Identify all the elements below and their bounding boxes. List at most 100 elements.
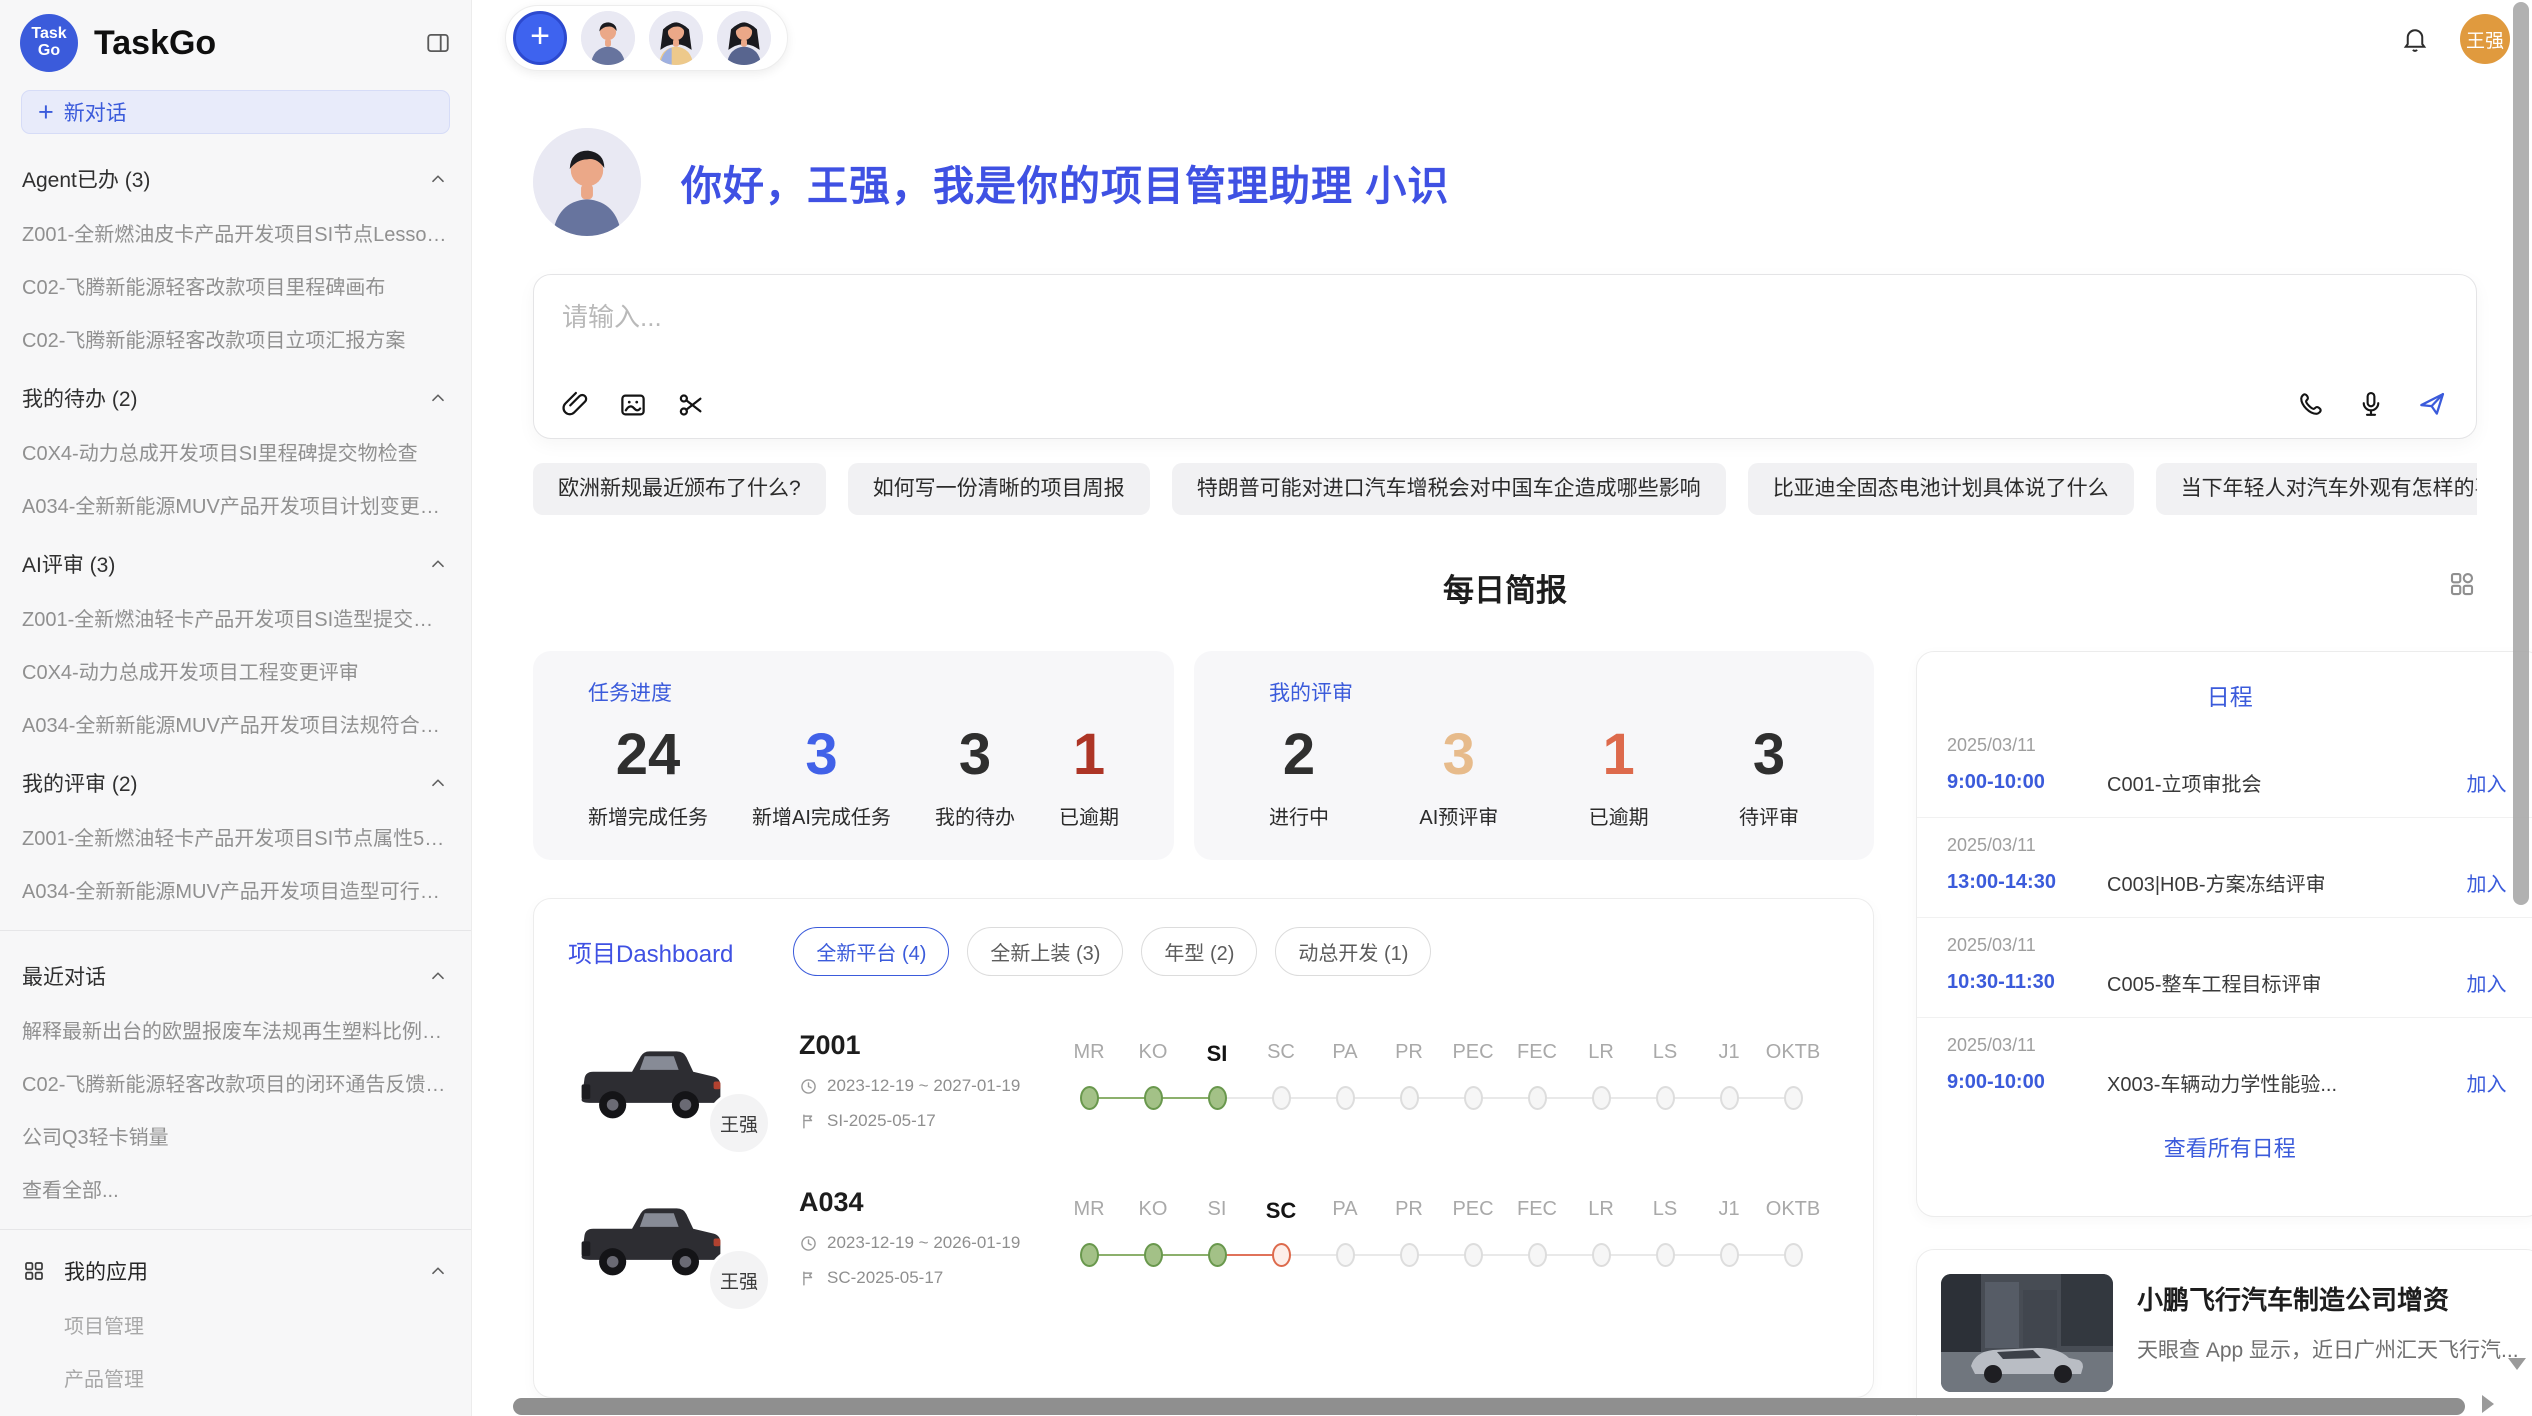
sidebar-app-item[interactable]: 产品管理 (64, 1363, 449, 1392)
member-bar: + (505, 5, 788, 71)
sidebar-item[interactable]: C0X4-动力总成开发项目工程变更评审 (22, 656, 449, 685)
milestone-label: KO (1121, 1198, 1185, 1224)
sidebar-section-header[interactable]: AI评审 (3) (22, 549, 449, 579)
logo-line1: Task (31, 26, 66, 43)
new-chat-button[interactable]: + 新对话 (21, 90, 450, 134)
add-member-button[interactable]: + (513, 11, 567, 65)
sidebar-item[interactable]: A034-全新新能源MUV产品开发项目造型可行性评审 (22, 875, 449, 904)
right-column: 日程 2025/03/119:00-10:00C001-立项审批会加入2025/… (1916, 651, 2532, 1416)
phone-icon[interactable] (2296, 389, 2326, 419)
member-avatar[interactable] (717, 11, 771, 65)
stat-item: 1已逾期 (1059, 713, 1119, 830)
member-avatar[interactable] (581, 11, 635, 65)
sidebar-app-item[interactable]: 项目管理 (64, 1310, 449, 1339)
suggestion-chip[interactable]: 当下年轻人对汽车外观有怎样的喜好趋势 (2156, 463, 2477, 515)
news-card[interactable]: 小鹏飞行汽车制造公司增资 天眼查 App 显示，近日广州汇天飞行汽... (1916, 1249, 2532, 1416)
milestone-label: LS (1633, 1041, 1697, 1067)
scissors-icon[interactable] (676, 390, 706, 420)
member-avatar[interactable] (649, 11, 703, 65)
sidebar-divider (0, 1229, 471, 1230)
project-flag-text: SI-2025-05-17 (827, 1111, 936, 1131)
mic-icon[interactable] (2356, 389, 2386, 419)
briefing-card-title: 我的评审 (1269, 677, 1799, 707)
sidebar-section-title: 我的评审 (2) (22, 768, 138, 798)
schedule-join-link[interactable]: 加入 (2467, 968, 2507, 997)
news-text: 小鹏飞行汽车制造公司增资 天眼查 App 显示，近日广州汇天飞行汽... (2137, 1274, 2519, 1416)
schedule-time: 10:30-11:30 (1947, 971, 2107, 994)
stat-item: 3新增AI完成任务 (752, 713, 891, 830)
project-code: Z001 (799, 1030, 1051, 1061)
schedule-join-link[interactable]: 加入 (2467, 868, 2507, 897)
schedule-name: C003|H0B-方案冻结评审 (2107, 868, 2467, 897)
sidebar-section-header[interactable]: 我的待办 (2) (22, 383, 449, 413)
milestone-label: PR (1377, 1198, 1441, 1224)
milestone-dot (1400, 1243, 1419, 1267)
sidebar-section-header[interactable]: 我的评审 (2) (22, 768, 449, 798)
suggestion-chip[interactable]: 欧洲新规最近颁布了什么? (533, 463, 826, 515)
send-icon[interactable] (2416, 388, 2448, 420)
clock-icon (799, 1234, 818, 1253)
milestone-label: LS (1633, 1198, 1697, 1224)
sidebar-item[interactable]: C0X4-动力总成开发项目SI里程碑提交物检查 (22, 437, 449, 466)
collapse-sidebar-icon[interactable] (425, 30, 451, 56)
stat-value: 3 (752, 713, 891, 797)
suggestion-chip[interactable]: 如何写一份清晰的项目周报 (848, 463, 1150, 515)
schedule-join-link[interactable]: 加入 (2467, 768, 2507, 797)
sidebar-item[interactable]: C02-飞腾新能源轻客改款项目立项汇报方案 (22, 324, 449, 353)
dashboard-title: 项目Dashboard (568, 934, 733, 969)
schedule-items: 2025/03/119:00-10:00C001-立项审批会加入2025/03/… (1917, 718, 2532, 1117)
paperclip-icon[interactable] (560, 390, 590, 420)
milestone-label: PR (1377, 1041, 1441, 1067)
greeting-text: 你好，王强，我是你的项目管理助理 小识 (681, 152, 1449, 212)
view-all-schedule-link[interactable]: 查看所有日程 (1917, 1117, 2532, 1177)
briefing-layout-icon[interactable] (2447, 569, 2477, 599)
sidebar-item-my-apps[interactable]: 我的应用 (22, 1256, 449, 1286)
scroll-down-arrow[interactable] (2508, 1358, 2526, 1370)
horizontal-scrollbar[interactable] (513, 1398, 2465, 1415)
schedule-date: 2025/03/11 (1947, 835, 2507, 856)
dashboard-tab[interactable]: 全新上装 (3) (967, 927, 1123, 976)
vertical-scrollbar[interactable] (2513, 2, 2529, 905)
sidebar-item[interactable]: 查看全部... (22, 1174, 449, 1203)
sidebar-item[interactable]: A034-全新新能源MUV产品开发项目计划变更表编写 (22, 490, 449, 519)
sidebar-item[interactable]: A034-全新新能源MUV产品开发项目法规符合性评审 (22, 709, 449, 738)
project-dates-text: 2023-12-19 ~ 2027-01-19 (827, 1076, 1020, 1096)
milestone-dot (1528, 1243, 1547, 1267)
sidebar-divider (0, 930, 471, 931)
schedule-join-link[interactable]: 加入 (2467, 1068, 2507, 1097)
sidebar-item[interactable]: C02-飞腾新能源轻客改款项目里程碑画布 (22, 271, 449, 300)
image-icon[interactable] (618, 390, 648, 420)
chat-input[interactable] (562, 297, 2162, 357)
suggestion-chips: 欧洲新规最近颁布了什么? 如何写一份清晰的项目周报特朗普可能对进口汽车增税会对中国… (533, 463, 2477, 515)
suggestion-chip[interactable]: 比亚迪全固态电池计划具体说了什么 (1748, 463, 2134, 515)
sidebar-section-title: Agent已办 (3) (22, 164, 150, 194)
scroll-right-arrow[interactable] (2482, 1395, 2494, 1413)
project-flag-text: SC-2025-05-17 (827, 1268, 943, 1288)
grid-icon (22, 1259, 46, 1283)
milestone-label: J1 (1697, 1198, 1761, 1224)
project-row[interactable]: 王强Z0012023-12-19 ~ 2027-01-19SI-2025-05-… (568, 1028, 1839, 1133)
milestone-dot (1272, 1243, 1291, 1267)
dashboard-tab[interactable]: 年型 (2) (1141, 927, 1257, 976)
sidebar-item[interactable]: Z001-全新燃油皮卡产品开发项目SI节点Lesson Learn报告 (22, 218, 449, 247)
milestone-label: SI (1185, 1041, 1249, 1067)
chevron-up-icon (427, 965, 449, 987)
sidebar-sections: Agent已办 (3) Z001-全新燃油皮卡产品开发项目SI节点Lesson L… (0, 164, 471, 1416)
project-row[interactable]: 王强A0342023-12-19 ~ 2026-01-19SC-2025-05-… (568, 1185, 1839, 1290)
user-avatar[interactable]: 王强 (2460, 14, 2510, 64)
sidebar-item[interactable]: Z001-全新燃油轻卡产品开发项目SI造型提交物评审 (22, 603, 449, 632)
sidebar-item[interactable]: Z001-全新燃油轻卡产品开发项目SI节点属性5D文件评审 (22, 822, 449, 851)
sidebar-item[interactable]: 解释最新出台的欧盟报废车法规再生塑料比例被调至15%... (22, 1015, 449, 1044)
sidebar-item[interactable]: 公司Q3轻卡销量 (22, 1121, 449, 1150)
notification-bell-icon[interactable] (2400, 24, 2430, 54)
sidebar-section-header[interactable]: Agent已办 (3) (22, 164, 449, 194)
dashboard-tab[interactable]: 全新平台 (4) (793, 927, 949, 976)
schedule-time: 9:00-10:00 (1947, 771, 2107, 794)
sidebar-section-header[interactable]: 最近对话 (22, 961, 449, 991)
sidebar-item[interactable]: C02-飞腾新能源轻客改款项目的闭环通告反馈情况 (22, 1068, 449, 1097)
dashboard-tab[interactable]: 动总开发 (1) (1275, 927, 1431, 976)
milestone-label: SI (1185, 1198, 1249, 1224)
suggestion-chip[interactable]: 特朗普可能对进口汽车增税会对中国车企造成哪些影响 (1172, 463, 1726, 515)
stat-item: 1已逾期 (1589, 713, 1649, 830)
briefing-title: 每日简报 (533, 565, 2477, 610)
